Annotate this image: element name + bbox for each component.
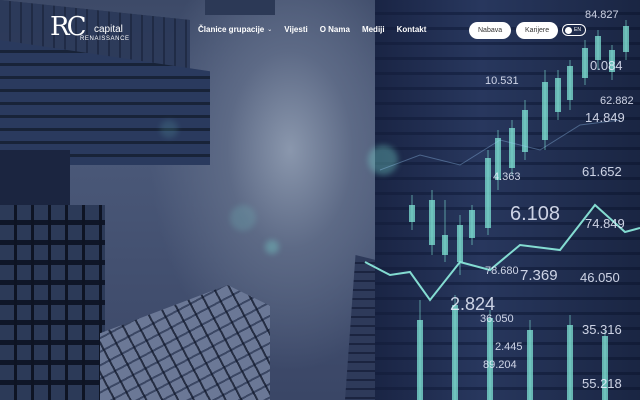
bokeh-light [160,120,178,138]
nabava-button[interactable]: Nabava [469,22,512,39]
menu-item-label: Vijesti [284,25,308,34]
logo-sub: RENAISSANCE [80,36,130,42]
menu-item-label: Kontakt [396,25,427,34]
karijere-button[interactable]: Karijere [516,22,559,39]
building [100,285,270,400]
hero-background: 84.827 0.084 62.882 10.531 14.849 4.363 61.652… [0,0,640,400]
menu-item-clanice-grupacije[interactable]: Članice grupacije ⌄ [198,25,272,34]
building [375,0,640,400]
menu-item-label: O Nama [319,25,350,34]
chevron-down-icon: ⌄ [267,27,273,33]
logo-mark: RC [50,12,87,42]
bokeh-light [265,240,279,254]
language-label: EN [574,27,581,33]
logo-word: capital [94,24,123,35]
top-navigation: RC capital RENAISSANCE Članice grupacije… [0,0,640,60]
company-logo[interactable]: RC capital RENAISSANCE [50,12,130,48]
bokeh-light [230,205,256,231]
language-toggle[interactable]: EN [562,24,586,36]
building [0,205,105,400]
building [0,150,70,210]
menu-item-label: Članice grupacije [198,25,265,34]
main-menu: Članice grupacije ⌄ Vijesti O Nama Medij… [198,25,426,34]
menu-item-vijesti[interactable]: Vijesti [284,25,307,34]
toggle-knob [565,26,572,34]
menu-item-o-nama[interactable]: O Nama [320,25,350,34]
bokeh-light [368,145,398,175]
menu-item-kontakt[interactable]: Kontakt [397,25,427,34]
menu-item-mediji[interactable]: Mediji [362,25,385,34]
menu-item-label: Mediji [361,25,385,34]
